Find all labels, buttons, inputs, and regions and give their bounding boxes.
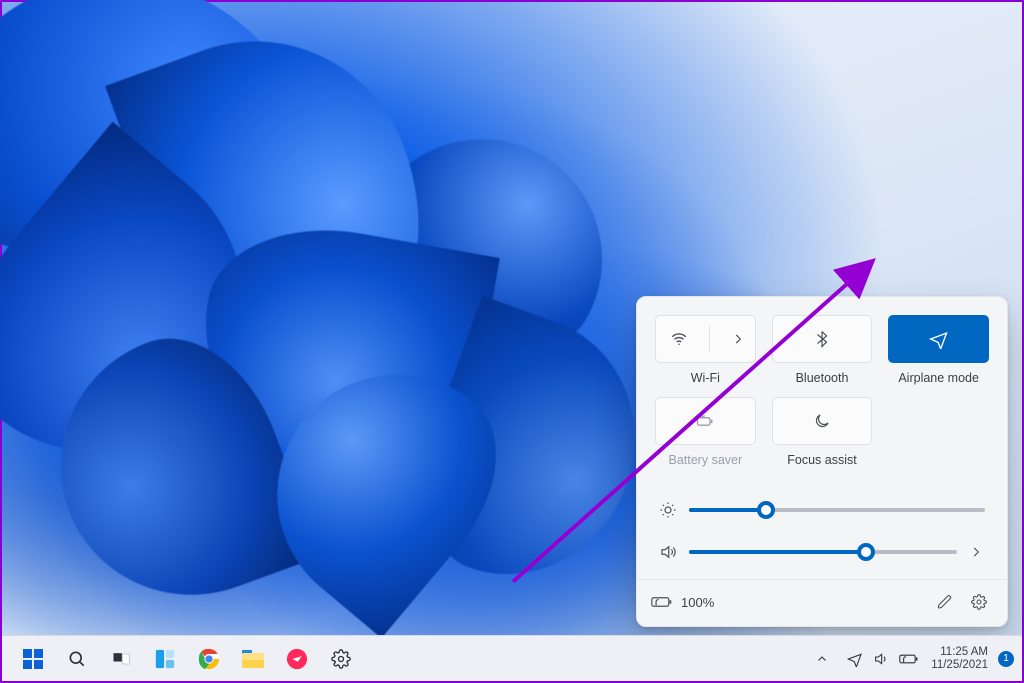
gear-icon	[331, 649, 351, 669]
start-button[interactable]	[14, 640, 52, 678]
volume-slider[interactable]	[689, 542, 957, 562]
taskbar-clock[interactable]: 11:25 AM 11/25/2021	[931, 646, 992, 672]
brightness-slider-row	[659, 489, 985, 531]
widgets-button[interactable]	[146, 640, 184, 678]
desktop: Wi-Fi Bluetooth	[2, 2, 1022, 681]
wifi-label: Wi-Fi	[691, 371, 720, 387]
airplane-tray-icon	[847, 651, 863, 667]
quick-settings-tiles: Wi-Fi Bluetooth	[637, 297, 1007, 473]
battery-status[interactable]: 100%	[651, 595, 714, 610]
battery-tray-icon	[899, 653, 919, 665]
volume-icon	[659, 543, 677, 561]
file-explorer-taskbar-button[interactable]	[234, 640, 272, 678]
volume-flyout-chevron[interactable]	[969, 545, 985, 559]
edit-quick-settings-button[interactable]	[931, 588, 959, 616]
bluetooth-toggle[interactable]	[772, 315, 873, 363]
volume-tray-icon	[873, 651, 889, 667]
battery-saver-toggle	[655, 397, 756, 445]
bluetooth-icon	[813, 330, 831, 348]
bluetooth-tile-wrap: Bluetooth	[772, 315, 873, 387]
taskbar: 11:25 AM 11/25/2021 1	[2, 635, 1022, 681]
battery-saver-label: Battery saver	[669, 453, 743, 469]
chrome-icon	[198, 648, 220, 670]
moon-icon	[813, 412, 831, 430]
gear-icon	[971, 594, 987, 610]
wifi-tile-wrap: Wi-Fi	[655, 315, 756, 387]
settings-taskbar-button[interactable]	[322, 640, 360, 678]
clock-time: 11:25 AM	[931, 646, 988, 659]
airplane-tile-wrap: Airplane mode	[888, 315, 989, 387]
app-icon	[286, 648, 308, 670]
file-explorer-icon	[242, 650, 264, 668]
taskbar-right: 11:25 AM 11/25/2021 1	[809, 640, 1014, 678]
bluetooth-label: Bluetooth	[796, 371, 849, 387]
focus-assist-toggle[interactable]	[772, 397, 873, 445]
chevron-up-icon	[816, 653, 828, 665]
wifi-toggle[interactable]	[655, 315, 756, 363]
open-settings-button[interactable]	[965, 588, 993, 616]
quick-settings-panel: Wi-Fi Bluetooth	[636, 296, 1008, 627]
pencil-icon	[937, 594, 953, 610]
battery-saver-icon	[695, 411, 715, 431]
battery-icon	[651, 595, 673, 609]
app-taskbar-button[interactable]	[278, 640, 316, 678]
task-view-button[interactable]	[102, 640, 140, 678]
taskbar-left	[14, 640, 360, 678]
search-icon	[67, 649, 87, 669]
quick-settings-footer: 100%	[637, 579, 1007, 626]
brightness-icon	[659, 501, 677, 519]
notification-badge[interactable]: 1	[998, 651, 1014, 667]
chevron-right-icon[interactable]	[731, 332, 745, 346]
battery-saver-tile-wrap: Battery saver	[655, 397, 756, 469]
focus-assist-label: Focus assist	[787, 453, 856, 469]
task-view-icon	[111, 649, 131, 669]
system-tray[interactable]	[841, 651, 925, 667]
airplane-label: Airplane mode	[898, 371, 979, 387]
widgets-icon	[154, 648, 176, 670]
sliders-section	[637, 473, 1007, 579]
windows-logo-icon	[22, 648, 44, 670]
focus-assist-tile-wrap: Focus assist	[772, 397, 873, 469]
chrome-taskbar-button[interactable]	[190, 640, 228, 678]
brightness-slider[interactable]	[689, 500, 985, 520]
search-button[interactable]	[58, 640, 96, 678]
airplane-mode-toggle[interactable]	[888, 315, 989, 363]
clock-date: 11/25/2021	[931, 659, 988, 672]
volume-slider-row	[659, 531, 985, 573]
airplane-icon	[929, 329, 949, 349]
wifi-icon	[670, 330, 688, 348]
battery-percentage: 100%	[681, 595, 714, 610]
tray-overflow-button[interactable]	[809, 640, 835, 678]
